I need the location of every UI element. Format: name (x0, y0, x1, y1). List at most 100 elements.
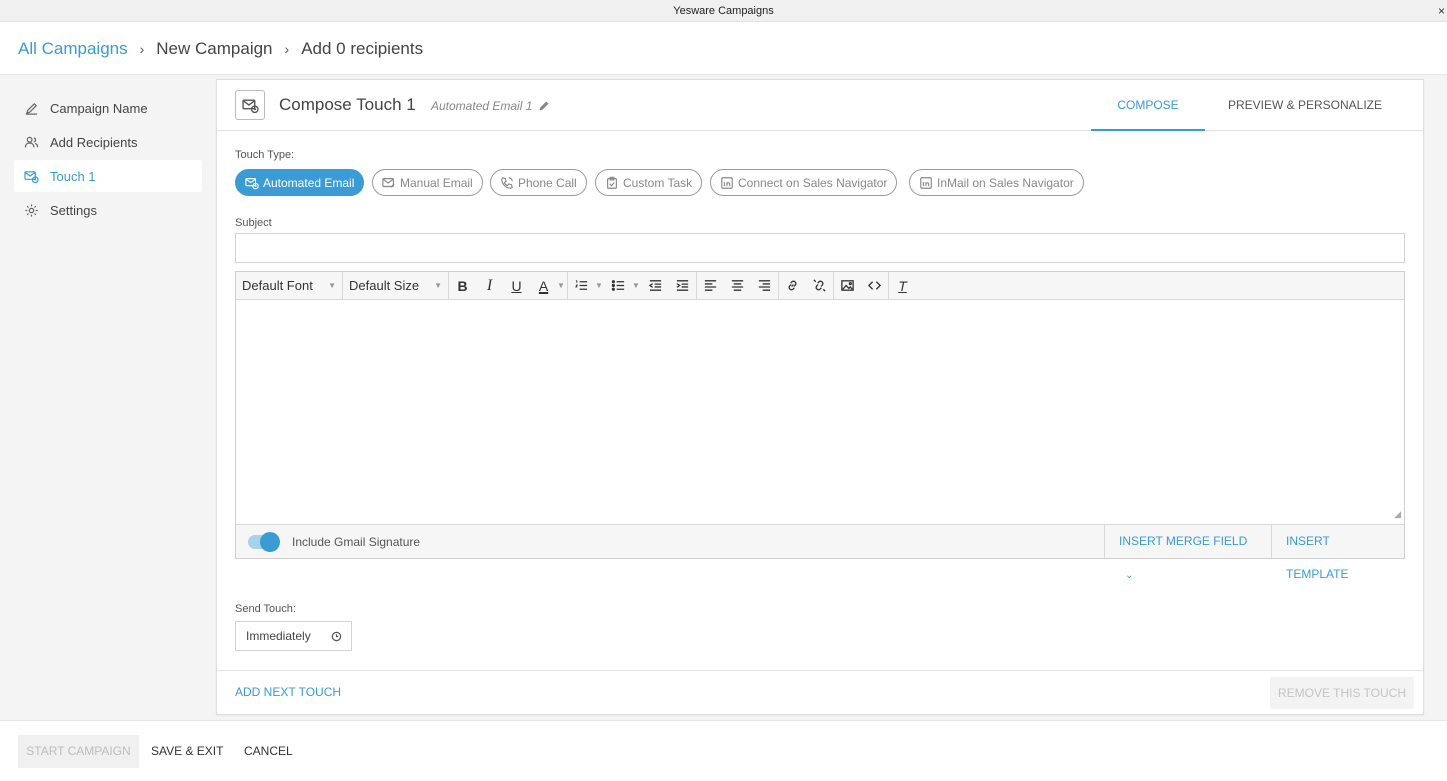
unlink-icon (813, 279, 826, 292)
underline-button[interactable]: U (503, 272, 530, 300)
caret-down-icon: ▼ (434, 281, 442, 290)
gmail-signature-label: Include Gmail Signature (292, 534, 421, 549)
pill-label: Connect on Sales Navigator (738, 175, 888, 190)
insert-merge-field-button[interactable]: INSERT MERGE FIELD ⌄ (1104, 525, 1271, 581)
font-size-select[interactable]: Default Size ▼ (343, 271, 449, 300)
linkedin-icon (721, 176, 733, 189)
outdent-icon (648, 280, 662, 291)
align-left-button[interactable] (697, 272, 724, 300)
bottom-action-bar: START CAMPAIGN SAVE & EXIT CANCEL (0, 720, 1447, 781)
indent-icon (676, 280, 689, 291)
resize-handle-icon[interactable]: ◢ (1394, 509, 1401, 520)
gmail-signature-toggle[interactable] (248, 531, 280, 552)
send-touch-label: Send Touch: (235, 603, 296, 615)
card-footer-divider (217, 670, 1423, 671)
gear-icon (25, 203, 38, 217)
font-size-value: Default Size (349, 278, 420, 293)
breadcrumb-all-campaigns[interactable]: All Campaigns (18, 39, 128, 59)
indent-button[interactable] (669, 272, 696, 300)
save-exit-button[interactable]: SAVE & EXIT (151, 735, 223, 768)
pill-label: Manual Email (400, 175, 473, 190)
subject-input[interactable] (235, 233, 1405, 263)
touch-type-phone-call[interactable]: Phone Call (490, 169, 587, 196)
text-color-button[interactable]: A (530, 272, 557, 300)
window-titlebar: Yesware Campaigns × (0, 0, 1447, 22)
caret-down-icon[interactable]: ▼ (632, 281, 642, 290)
sidebar-item-add-recipients[interactable]: Add Recipients (14, 126, 202, 158)
caret-down-icon[interactable]: ▼ (557, 281, 567, 290)
email-hand-icon (382, 177, 395, 188)
touch-type-automated-email[interactable]: Automated Email (235, 169, 365, 196)
touch-name[interactable]: Automated Email 1 (431, 99, 550, 113)
compose-card: Compose Touch 1 Automated Email 1 COMPOS… (216, 79, 1424, 715)
pencil-icon[interactable] (538, 100, 550, 112)
email-clock-icon (241, 98, 259, 113)
editor-toolbar: Default Font ▼ Default Size ▼ B I U A ▼ … (236, 271, 1404, 300)
phone-icon (501, 176, 513, 189)
insert-template-button[interactable]: INSERT TEMPLATE (1271, 525, 1405, 581)
code-icon (867, 281, 882, 290)
italic-button[interactable]: I (476, 272, 503, 300)
align-right-button[interactable] (751, 272, 778, 300)
pill-label: Automated Email (263, 175, 355, 190)
align-left-icon (704, 280, 717, 291)
chevron-right-icon: › (139, 41, 145, 57)
breadcrumb-new-campaign: New Campaign (156, 39, 273, 58)
bullet-list-button[interactable] (605, 272, 632, 300)
align-right-icon (758, 280, 771, 291)
remove-touch-button[interactable]: REMOVE THIS TOUCH (1270, 677, 1414, 709)
source-code-button[interactable] (861, 272, 888, 300)
merge-field-label: INSERT MERGE FIELD (1119, 534, 1248, 548)
link-icon (788, 280, 797, 291)
linkedin-icon (920, 176, 932, 189)
sidebar-item-label: Touch 1 (50, 168, 96, 184)
users-icon (24, 136, 39, 147)
unlink-button[interactable] (806, 272, 833, 300)
close-icon[interactable]: × (1438, 0, 1445, 22)
pill-label: InMail on Sales Navigator (937, 175, 1074, 190)
clear-format-button[interactable]: T (889, 272, 916, 300)
bullet-list-icon (611, 280, 625, 291)
ordered-list-button[interactable] (568, 272, 595, 300)
outdent-button[interactable] (642, 272, 669, 300)
add-next-touch-button[interactable]: ADD NEXT TOUCH (235, 685, 341, 699)
sidebar: Campaign Name Add Recipients Touch 1 Set… (14, 92, 202, 228)
font-family-select[interactable]: Default Font ▼ (236, 271, 343, 300)
touch-type-connect-sales-navigator[interactable]: Connect on Sales Navigator (710, 169, 898, 196)
chevron-right-icon: › (284, 41, 290, 57)
send-touch-select[interactable]: Immediately (235, 621, 352, 651)
email-clock-icon (24, 170, 39, 183)
align-center-icon (731, 280, 744, 291)
align-center-button[interactable] (724, 272, 751, 300)
sidebar-item-touch-1[interactable]: Touch 1 (14, 160, 202, 192)
editor-body[interactable] (236, 300, 1404, 525)
image-icon (841, 280, 854, 291)
editor-footer: Include Gmail Signature INSERT MERGE FIE… (236, 524, 1405, 581)
touch-type-inmail-sales-navigator[interactable]: InMail on Sales Navigator (909, 169, 1084, 196)
sidebar-item-label: Add Recipients (50, 134, 138, 150)
clipboard-icon (607, 176, 617, 189)
caret-down-icon[interactable]: ▼ (595, 281, 605, 290)
pill-label: Phone Call (518, 175, 577, 190)
compose-title: Compose Touch 1 (279, 95, 416, 114)
caret-down-icon: ▼ (328, 281, 336, 290)
bold-button[interactable]: B (449, 272, 476, 300)
insert-link-button[interactable] (779, 272, 806, 300)
breadcrumb-add-recipients: Add 0 recipients (301, 39, 424, 58)
subject-label: Subject (235, 217, 272, 229)
start-campaign-button[interactable]: START CAMPAIGN (18, 735, 139, 768)
sidebar-item-settings[interactable]: Settings (14, 194, 202, 226)
sidebar-item-label: Settings (50, 202, 97, 218)
tab-preview-personalize[interactable]: PREVIEW & PERSONALIZE (1217, 80, 1393, 131)
chevron-down-icon: ⌄ (1125, 570, 1134, 581)
email-editor: Default Font ▼ Default Size ▼ B I U A ▼ … (235, 271, 1405, 581)
touch-type-manual-email[interactable]: Manual Email (372, 169, 483, 196)
sidebar-item-campaign-name[interactable]: Campaign Name (14, 92, 202, 124)
cancel-button[interactable]: CANCEL (244, 735, 293, 768)
touch-type-custom-task[interactable]: Custom Task (595, 169, 703, 196)
tab-compose[interactable]: COMPOSE (1091, 80, 1205, 131)
email-clock-icon (245, 177, 259, 189)
compose-header: Compose Touch 1 Automated Email 1 COMPOS… (217, 80, 1423, 131)
insert-image-button[interactable] (834, 272, 861, 300)
breadcrumb: All Campaigns › New Campaign › Add 0 rec… (18, 37, 423, 61)
